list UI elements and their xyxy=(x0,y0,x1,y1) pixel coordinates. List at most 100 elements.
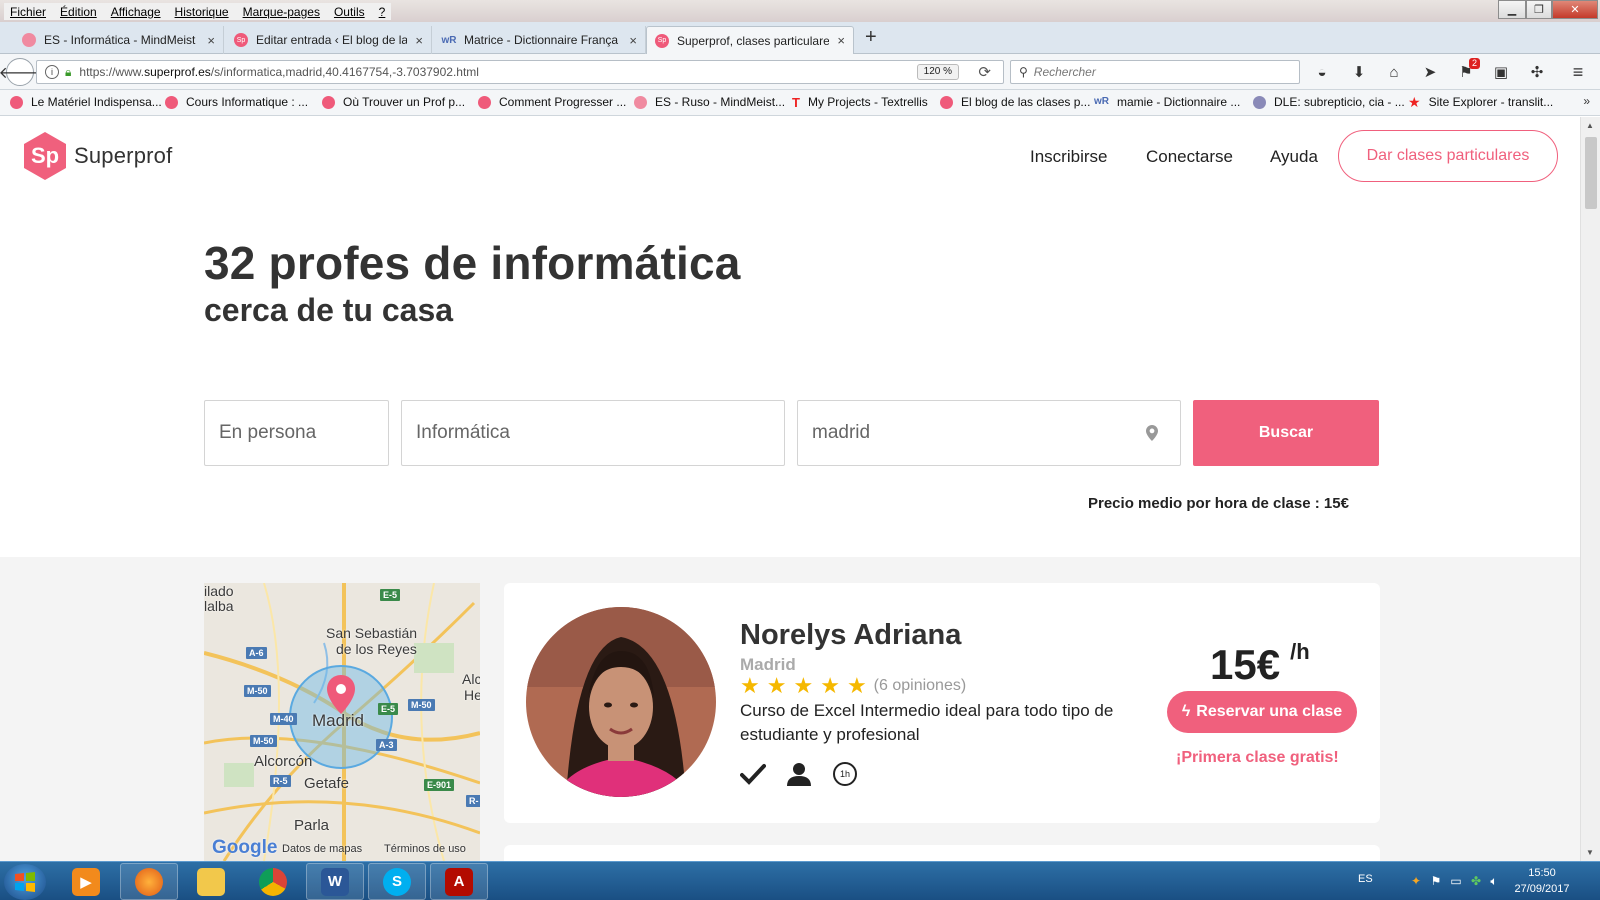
scroll-up-icon[interactable]: ▲ xyxy=(1586,121,1594,130)
back-button[interactable]: 🡐 xyxy=(0,58,41,86)
hamburger-menu-icon[interactable]: ≡ xyxy=(1568,62,1588,82)
taskbar-acrobat[interactable]: A xyxy=(430,863,488,900)
road-label: R-5 xyxy=(270,775,291,787)
search-button[interactable]: Buscar xyxy=(1193,400,1379,466)
road-label: M-50 xyxy=(408,699,435,711)
tray-network-icon[interactable]: ✤ xyxy=(1468,873,1484,889)
location-pin-icon[interactable] xyxy=(1146,425,1158,441)
tab-close-icon[interactable]: × xyxy=(207,33,215,48)
extension-icon[interactable]: ⚑ 2 xyxy=(1456,58,1480,82)
bookmark-item[interactable]: Le Matériel Indispensa... xyxy=(10,95,162,109)
bookmark-label: mamie - Dictionnaire ... xyxy=(1117,95,1241,109)
language-indicator[interactable]: ES xyxy=(1358,873,1373,885)
bookmark-item[interactable]: Comment Progresser ... xyxy=(478,95,626,109)
tab-superprof-active[interactable]: Sp Superprof, clases particulares × xyxy=(646,26,854,54)
menu-fichier[interactable]: Fichier xyxy=(10,5,46,19)
review-count[interactable]: (6 opiniones) xyxy=(874,677,967,695)
clock-time: 15:50 xyxy=(1528,867,1556,879)
taskbar-explorer[interactable] xyxy=(182,863,240,900)
start-button[interactable] xyxy=(4,864,46,900)
menu-help[interactable]: ? xyxy=(379,5,386,19)
map-label-madrid: Madrid xyxy=(312,711,364,730)
location-value: madrid xyxy=(812,422,871,443)
tab-mindmeister[interactable]: ES - Informática - MindMeist × xyxy=(14,26,224,54)
bookmark-item[interactable]: Cours Informatique : ... xyxy=(165,95,308,109)
page-scrollbar[interactable]: ▲ ▼ xyxy=(1580,117,1600,861)
menu-edition[interactable]: Édition xyxy=(60,5,97,19)
lock-icon[interactable]: 🔒︎ xyxy=(65,65,71,80)
bookmarks-overflow-button[interactable]: » xyxy=(1583,94,1590,108)
send-icon[interactable]: ➤ xyxy=(1420,62,1440,82)
teacher-name[interactable]: Norelys Adriana xyxy=(740,619,961,652)
home-icon[interactable]: ⌂ xyxy=(1384,62,1404,82)
tab-title: Matrice - Dictionnaire França xyxy=(464,33,619,47)
taskbar-chrome[interactable] xyxy=(244,863,302,900)
tray-app-icon[interactable]: ✦ xyxy=(1408,873,1424,889)
search-bar[interactable]: ⚲ Rechercher xyxy=(1010,60,1300,84)
scroll-thumb[interactable] xyxy=(1585,137,1597,209)
url-text[interactable]: https://www.superprof.es/s/informatica,m… xyxy=(79,65,479,79)
tray-monitor-icon[interactable]: ▭ xyxy=(1448,873,1464,889)
nav-ayuda[interactable]: Ayuda xyxy=(1270,147,1318,167)
clock-date: 27/09/2017 xyxy=(1514,883,1570,895)
menu-marque-pages[interactable]: Marque-pages xyxy=(243,5,320,19)
tab-close-icon[interactable]: × xyxy=(837,33,845,48)
bookmark-label: Site Explorer - translit... xyxy=(1428,95,1554,109)
menu-affichage[interactable]: Affichage xyxy=(111,5,161,19)
restore-icon: ❐ xyxy=(1534,4,1544,16)
address-bar[interactable]: i 🔒︎ https://www.superprof.es/s/informat… xyxy=(36,60,1004,84)
subject-value: Informática xyxy=(416,422,510,443)
hour-label: 1h xyxy=(839,769,850,779)
give-classes-button[interactable]: Dar clases particulares xyxy=(1338,130,1558,182)
book-class-button[interactable]: ϟ Reservar una clase xyxy=(1167,691,1357,733)
superprof-favicon-icon xyxy=(478,95,491,109)
subject-input[interactable]: Informática xyxy=(401,400,785,466)
tray-flag-icon[interactable]: ⚑ xyxy=(1428,873,1444,889)
nav-inscribirse[interactable]: Inscribirse xyxy=(1030,147,1107,167)
nav-conectarse[interactable]: Conectarse xyxy=(1146,147,1233,167)
bookmark-item[interactable]: ★ Site Explorer - translit... xyxy=(1408,95,1554,110)
map-label: San Sebastián xyxy=(326,625,418,641)
close-window-button[interactable]: ✕ xyxy=(1552,0,1598,19)
teacher-card[interactable] xyxy=(504,845,1380,861)
tab-blog-editor[interactable]: Sp Editar entrada ‹ El blog de las × xyxy=(226,26,432,54)
pocket-icon[interactable]: ◒ xyxy=(1312,62,1332,82)
tab-close-icon[interactable]: × xyxy=(629,33,637,48)
location-input[interactable]: madrid xyxy=(797,400,1181,466)
taskbar-skype[interactable]: S xyxy=(368,863,426,900)
map-terms-link[interactable]: Términos de uso xyxy=(384,843,466,855)
taskbar-word[interactable]: W xyxy=(306,863,364,900)
taskbar-media-player[interactable]: ▶ xyxy=(57,863,115,900)
teacher-avatar[interactable] xyxy=(526,607,716,797)
restore-button[interactable]: ❐ xyxy=(1526,0,1552,19)
taskbar-firefox[interactable] xyxy=(120,863,178,900)
bookmark-item[interactable]: El blog de las clases p... xyxy=(940,95,1090,109)
tab-wordreference[interactable]: wR Matrice - Dictionnaire França × xyxy=(434,26,646,54)
menu-historique[interactable]: Historique xyxy=(175,5,229,19)
new-tab-button[interactable]: + xyxy=(865,26,877,49)
bookmark-item[interactable]: Où Trouver un Prof p... xyxy=(322,95,465,109)
one-hour-icon: 1h xyxy=(832,761,858,787)
road-label: E-5 xyxy=(378,703,399,715)
screenshot-icon[interactable]: ▣ xyxy=(1491,62,1511,82)
bookmark-item[interactable]: DLE: subrepticio, cia - ... xyxy=(1253,95,1405,109)
scroll-down-icon[interactable]: ▼ xyxy=(1586,848,1594,857)
download-icon[interactable]: ⬇ xyxy=(1349,62,1369,82)
menu-outils[interactable]: Outils xyxy=(334,5,365,19)
tools-icon[interactable]: ✣ xyxy=(1527,62,1547,82)
teacher-city: Madrid xyxy=(740,655,796,674)
map-data-link[interactable]: Datos de mapas xyxy=(282,843,362,855)
bookmark-item[interactable]: T My Projects - Textrellis xyxy=(792,95,928,109)
zoom-indicator[interactable]: 120 % xyxy=(916,64,959,80)
tab-close-icon[interactable]: × xyxy=(415,33,423,48)
bookmark-item[interactable]: ES - Ruso - MindMeist... xyxy=(634,95,785,109)
reload-icon[interactable]: ⟳ xyxy=(978,63,991,81)
minimize-button[interactable]: ▁ xyxy=(1498,0,1526,19)
info-icon[interactable]: i xyxy=(45,65,59,79)
superprof-logo[interactable]: Sp Superprof xyxy=(24,132,172,180)
mode-select[interactable]: En persona xyxy=(204,400,389,466)
map-label: Alcorcón xyxy=(254,753,313,770)
results-map[interactable]: ilado lalba San Sebastián de los Reyes A… xyxy=(204,583,480,861)
system-clock[interactable]: 15:50 27/09/2017 xyxy=(1500,865,1584,897)
bookmark-item[interactable]: wR mamie - Dictionnaire ... xyxy=(1094,95,1240,109)
